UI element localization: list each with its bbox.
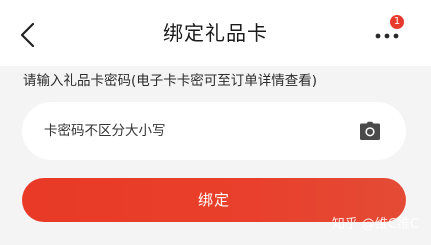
- camera-icon: [360, 121, 380, 140]
- more-button[interactable]: 1: [370, 15, 404, 48]
- more-dots-icon: [375, 33, 399, 39]
- page-title: 绑定礼品卡: [163, 21, 268, 45]
- scan-camera-button[interactable]: [359, 121, 381, 141]
- watermark-text: 知乎 @维C维C: [331, 217, 419, 232]
- notification-badge: 1: [390, 15, 404, 29]
- instruction-text: 请输入礼品卡密码(电子卡卡密可至订单详情查看): [23, 73, 318, 89]
- top-nav-bar: 绑定礼品卡 1: [0, 0, 431, 66]
- card-password-input[interactable]: 卡密码不区分大小写: [22, 102, 406, 160]
- card-password-placeholder: 卡密码不区分大小写: [44, 123, 166, 139]
